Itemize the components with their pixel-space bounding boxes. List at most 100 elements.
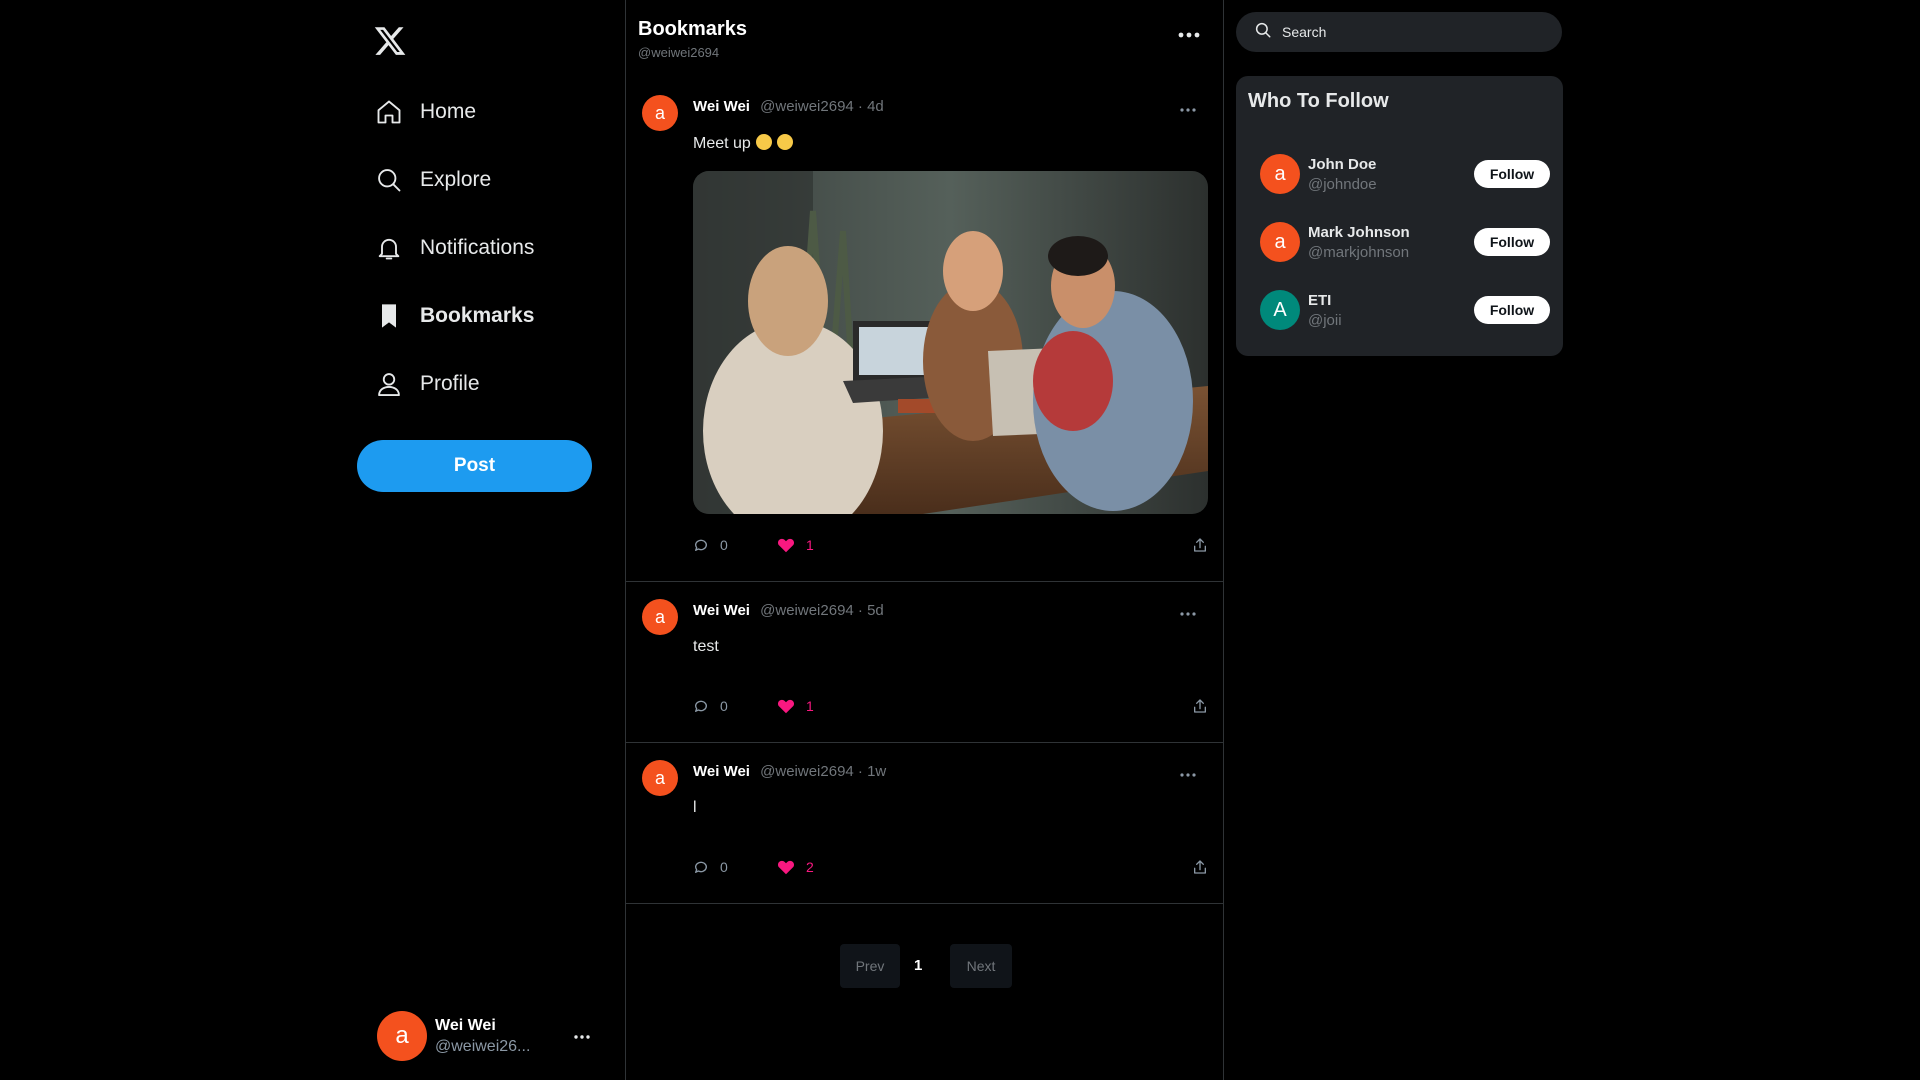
current-page-number[interactable]: 1 <box>914 957 922 974</box>
main-feed: Bookmarks @weiwei2694 a Wei Wei @weiwei2… <box>625 0 1224 1080</box>
suggestion-name: Mark Johnson <box>1308 224 1410 241</box>
follow-button[interactable]: Follow <box>1474 296 1550 324</box>
heart-icon <box>777 538 795 553</box>
who-to-follow-panel: Who To Follow a John Doe @johndoe Follow… <box>1236 76 1563 356</box>
who-to-follow-title: Who To Follow <box>1248 90 1389 112</box>
bell-icon <box>373 232 405 264</box>
page-title: Bookmarks <box>638 18 747 40</box>
grin-emoji-icon <box>776 134 793 150</box>
avatar: a <box>1260 154 1300 194</box>
avatar: A <box>1260 290 1300 330</box>
follow-button[interactable]: Follow <box>1474 228 1550 256</box>
app: Home Explore Notifications Bookmarks Pro… <box>0 0 1920 1080</box>
post-author-name[interactable]: Wei Wei <box>693 602 750 619</box>
reply-icon <box>694 861 707 873</box>
left-sidebar: Home Explore Notifications Bookmarks Pro… <box>353 0 623 1080</box>
follow-suggestion[interactable]: a Mark Johnson @markjohnson Follow <box>1260 218 1550 268</box>
nav-label-home: Home <box>420 100 477 123</box>
search-icon <box>1254 21 1272 44</box>
more-icon[interactable] <box>1179 765 1197 783</box>
more-icon[interactable] <box>573 1024 591 1045</box>
reply-count: 0 <box>720 859 728 875</box>
like-button[interactable]: 2 <box>777 859 814 875</box>
bookmark-icon <box>373 300 405 332</box>
more-icon[interactable] <box>1179 604 1197 622</box>
follow-button[interactable]: Follow <box>1474 160 1550 188</box>
post-text: l <box>693 799 697 816</box>
post-header: Wei Wei @weiwei2694 · 1w <box>693 763 886 780</box>
suggestion-name: ETI <box>1308 292 1332 309</box>
post-text: Meet up <box>693 135 751 152</box>
post-actions: 0 2 <box>693 859 1208 879</box>
like-count: 2 <box>806 859 814 875</box>
share-icon <box>1194 699 1206 713</box>
search-input[interactable] <box>1282 24 1532 40</box>
avatar[interactable]: a <box>642 760 678 796</box>
home-icon <box>373 96 405 128</box>
share-icon <box>1194 860 1206 874</box>
share-button[interactable] <box>1192 537 1208 553</box>
smile-emoji-icon <box>755 134 772 150</box>
x-logo-icon[interactable] <box>373 24 409 60</box>
follow-suggestion[interactable]: A ETI @joii Follow <box>1260 286 1550 336</box>
reply-button[interactable]: 0 <box>693 537 728 553</box>
post-meta: @weiwei2694 · 4d <box>760 98 884 115</box>
post-text: test <box>693 638 719 655</box>
heart-icon <box>777 699 795 714</box>
reply-count: 0 <box>720 537 728 553</box>
nav-label-bookmarks: Bookmarks <box>420 304 535 327</box>
next-page-button[interactable]: Next <box>950 944 1012 988</box>
like-count: 1 <box>806 537 814 553</box>
share-button[interactable] <box>1192 698 1208 714</box>
nav-item-bookmarks[interactable]: Bookmarks <box>353 282 623 350</box>
prev-page-button[interactable]: Prev <box>840 944 900 988</box>
nav-item-profile[interactable]: Profile <box>353 350 623 418</box>
nav-item-home[interactable]: Home <box>353 78 623 146</box>
account-name: Wei Wei <box>435 1016 496 1034</box>
post-photo[interactable] <box>693 171 1208 514</box>
post-meta: @weiwei2694 · 1w <box>760 763 887 780</box>
share-icon <box>1194 538 1206 552</box>
suggestion-name: John Doe <box>1308 156 1377 173</box>
avatar[interactable]: a <box>642 599 678 635</box>
pagination: Prev 1 Next <box>626 944 1223 988</box>
reply-icon <box>694 539 707 551</box>
share-button[interactable] <box>1192 859 1208 875</box>
search-icon <box>373 164 405 196</box>
reply-button[interactable]: 0 <box>693 698 728 714</box>
post-actions: 0 1 <box>693 537 1208 557</box>
heart-icon <box>777 860 795 875</box>
reply-count: 0 <box>720 698 728 714</box>
nav-label-profile: Profile <box>420 372 480 395</box>
nav-label-notifications: Notifications <box>420 236 535 259</box>
main-nav: Home Explore Notifications Bookmarks Pro… <box>353 78 623 418</box>
follow-suggestion[interactable]: a John Doe @johndoe Follow <box>1260 150 1550 200</box>
account-info: Wei Wei @weiwei26... <box>435 1017 565 1056</box>
post-author-name[interactable]: Wei Wei <box>693 763 750 780</box>
like-button[interactable]: 1 <box>777 537 814 553</box>
post[interactable]: a Wei Wei @weiwei2694 · 4d Meet up 0 1 <box>626 78 1223 582</box>
like-button[interactable]: 1 <box>777 698 814 714</box>
post-author-name[interactable]: Wei Wei <box>693 98 750 115</box>
more-icon[interactable] <box>1177 26 1201 44</box>
page-subtitle: @weiwei2694 <box>638 45 720 60</box>
avatar: a <box>377 1011 427 1061</box>
post[interactable]: a Wei Wei @weiwei2694 · 5d test 0 1 <box>626 582 1223 743</box>
post-button[interactable]: Post <box>357 440 592 492</box>
search-box[interactable] <box>1236 12 1562 52</box>
avatar: a <box>1260 222 1300 262</box>
person-icon <box>373 368 405 400</box>
reply-button[interactable]: 0 <box>693 859 728 875</box>
post[interactable]: a Wei Wei @weiwei2694 · 1w l 0 2 <box>626 743 1223 904</box>
nav-item-notifications[interactable]: Notifications <box>353 214 623 282</box>
post-header: Wei Wei @weiwei2694 · 5d <box>693 602 884 619</box>
suggestion-handle: @joii <box>1308 312 1342 329</box>
avatar[interactable]: a <box>642 95 678 131</box>
like-count: 1 <box>806 698 814 714</box>
more-icon[interactable] <box>1179 100 1197 118</box>
nav-item-explore[interactable]: Explore <box>353 146 623 214</box>
nav-label-explore: Explore <box>420 168 492 191</box>
account-handle: @weiwei26... <box>435 1037 531 1055</box>
reply-icon <box>694 700 707 712</box>
post-text-block: Meet up <box>693 134 793 153</box>
